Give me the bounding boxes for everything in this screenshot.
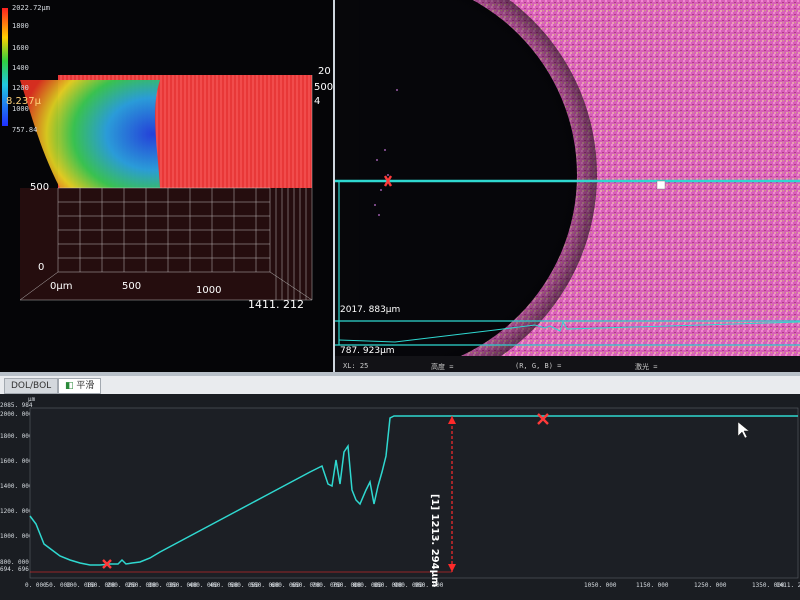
plot-frame — [29, 407, 799, 579]
status-rgb: (R, G, B) = — [515, 362, 562, 370]
tab-smoothing[interactable]: ◧ 平滑 — [58, 378, 102, 394]
status-laser: 激光 = — [635, 363, 658, 371]
x-axis-label-1000: 1000 — [196, 285, 222, 296]
tab-smoothing-label: 平滑 — [76, 381, 95, 391]
x-extent-label: 1411. 212 — [248, 298, 304, 311]
colorbar-overlay-label: 8.237μ — [6, 96, 41, 107]
colorbar — [2, 8, 8, 126]
colorbar-min: 757.84 — [12, 126, 38, 134]
smoothing-icon: ◧ — [65, 381, 74, 391]
colorbar-tick: 1400 — [12, 64, 29, 72]
surface-bowl — [20, 80, 160, 188]
profile-tabbar: DOL/BOL ◧ 平滑 — [0, 376, 800, 395]
profile-plot — [29, 407, 799, 579]
y-axis-label-500: 500 — [30, 182, 50, 193]
tab-dol-bol[interactable]: DOL/BOL — [4, 378, 59, 394]
colorbar-tick: 1600 — [12, 44, 29, 52]
colorbar-max: 2022.72μm — [12, 4, 50, 12]
x-axis-label-500: 500 — [122, 281, 142, 292]
profile-graph[interactable]: μm 2085. 984 694. 696 2000. 000 1800. 000… — [0, 394, 800, 600]
z-axis-label-top: 20 — [318, 66, 331, 77]
x-axis-label-0: 0μm — [50, 281, 73, 292]
status-height: 高度 = — [431, 363, 454, 371]
height-difference-label: [1] 1213. 294μm — [429, 494, 440, 588]
laser-image — [335, 0, 800, 372]
y-axis-label-0: 0 — [38, 262, 45, 273]
colorbar-tick: 1800 — [12, 22, 29, 30]
scan-handle[interactable] — [656, 180, 666, 190]
3d-height-view[interactable]: 2022.72μm 1800 1600 1400 1200 1000 757.8… — [0, 0, 335, 372]
mini-profile-min-label: 787. 923μm — [340, 346, 395, 356]
status-xl: XL: 25 — [343, 362, 369, 370]
z-axis-label-low: 4 — [314, 96, 321, 107]
z-axis-label-mid: 500 — [314, 82, 334, 93]
mini-profile-max-label: 2017. 883μm — [340, 305, 401, 315]
3d-render — [2, 8, 313, 301]
colorbar-tick: 1200 — [12, 84, 29, 92]
laser-image-view[interactable]: 2017. 883μm 787. 923μm XL: 25 高度 = (R, G… — [335, 0, 800, 372]
